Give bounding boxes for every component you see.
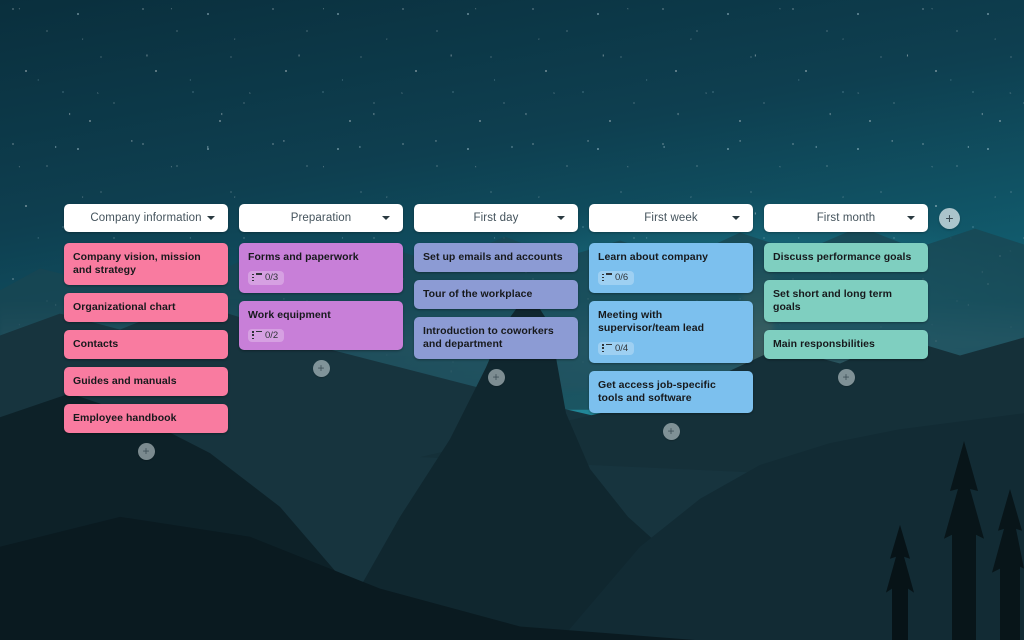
checklist-count: 0/4	[615, 342, 629, 354]
checklist-icon	[252, 273, 262, 282]
chevron-down-icon[interactable]	[732, 216, 740, 220]
card-title: Employee handbook	[73, 412, 177, 424]
card-badges: 0/4	[598, 341, 744, 355]
card[interactable]: Learn about company 0/6	[589, 243, 753, 293]
checklist-icon	[602, 343, 612, 353]
card[interactable]: Company vision, mission and strategy	[64, 243, 228, 285]
checklist-badge: 0/3	[248, 271, 285, 285]
checklist-badge: 0/4	[598, 341, 635, 355]
list-header-first-week[interactable]: First week	[589, 204, 753, 232]
card[interactable]: Introduction to coworkers and department	[414, 317, 578, 359]
chevron-down-icon[interactable]	[557, 216, 565, 220]
card-title: Learn about company	[598, 251, 709, 263]
kanban-board: Company information Company vision, miss…	[0, 0, 1024, 460]
card[interactable]: Guides and manuals	[64, 367, 228, 396]
card-list: Learn about company 0/6 Meeting with sup…	[589, 243, 753, 421]
add-list-button[interactable]: +	[939, 208, 960, 229]
card[interactable]: Meeting with supervisor/team lead 0/4	[589, 300, 753, 363]
card[interactable]: Tour of the workplace	[414, 280, 578, 309]
checklist-icon	[252, 330, 262, 340]
card-title: Forms and paperwork	[248, 251, 359, 263]
list-title: Company information	[90, 212, 202, 224]
list-header-first-month[interactable]: First month	[764, 204, 928, 232]
list-header-preparation[interactable]: Preparation	[239, 204, 403, 232]
card-badges: 0/2	[248, 328, 394, 342]
list-column-first-month: First month Discuss performance goals Se…	[764, 204, 928, 386]
checklist-count: 0/6	[615, 272, 629, 283]
card[interactable]: Forms and paperwork 0/3	[239, 243, 403, 293]
card[interactable]: Discuss performance goals	[764, 243, 928, 272]
card-title: Tour of the workplace	[423, 288, 533, 300]
card-title: Company vision, mission and strategy	[73, 251, 201, 276]
card-list: Company vision, mission and strategy Org…	[64, 243, 228, 441]
checklist-badge: 0/6	[598, 271, 635, 285]
card[interactable]: Set up emails and accounts	[414, 243, 578, 272]
card-title: Work equipment	[248, 308, 331, 321]
card[interactable]: Work equipment 0/2	[239, 300, 403, 350]
checklist-count: 0/2	[265, 329, 279, 341]
card-list: Discuss performance goals Set short and …	[764, 243, 928, 367]
chevron-down-icon[interactable]	[207, 216, 215, 220]
list-column-company-information: Company information Company vision, miss…	[64, 204, 228, 460]
card-badges: 0/3	[248, 271, 394, 285]
card-title: Get access job-specific tools and softwa…	[598, 379, 716, 404]
checklist-badge: 0/2	[248, 328, 285, 342]
list-column-preparation: Preparation Forms and paperwork 0/3 Work…	[239, 204, 403, 377]
card[interactable]: Main responsbilities	[764, 330, 928, 359]
add-card-button[interactable]: +	[837, 369, 855, 386]
card-title: Set short and long term goals	[773, 288, 892, 313]
chevron-down-icon[interactable]	[907, 216, 915, 220]
card[interactable]: Organizational chart	[64, 293, 228, 322]
card-title: Guides and manuals	[73, 375, 177, 387]
card-title: Contacts	[73, 338, 119, 350]
list-title: First week	[644, 212, 698, 224]
chevron-down-icon[interactable]	[382, 216, 390, 220]
card-list: Forms and paperwork 0/3 Work equipment 0…	[239, 243, 403, 358]
card[interactable]: Set short and long term goals	[764, 280, 928, 322]
card-badges: 0/6	[598, 271, 744, 285]
card-title: Introduction to coworkers and department	[423, 325, 554, 350]
add-card-button[interactable]: +	[662, 423, 680, 440]
add-card-button[interactable]: +	[312, 360, 330, 377]
list-column-first-week: First week Learn about company 0/6 Meeti…	[589, 204, 753, 440]
add-card-button[interactable]: +	[487, 369, 505, 386]
list-header-company-information[interactable]: Company information	[64, 204, 228, 232]
add-card-button[interactable]: +	[137, 443, 155, 460]
checklist-count: 0/3	[265, 272, 279, 283]
list-title: First month	[816, 212, 876, 224]
list-title: First day	[473, 212, 519, 224]
card-title: Main responsbilities	[773, 338, 875, 350]
card[interactable]: Employee handbook	[64, 404, 228, 433]
list-column-first-day: First day Set up emails and accounts Tou…	[414, 204, 578, 386]
card-title: Discuss performance goals	[773, 251, 912, 263]
list-title: Preparation	[290, 212, 352, 224]
card-title: Set up emails and accounts	[423, 251, 563, 263]
card-list: Set up emails and accounts Tour of the w…	[414, 243, 578, 367]
card[interactable]: Get access job-specific tools and softwa…	[589, 371, 753, 413]
card-title: Organizational chart	[73, 301, 176, 313]
list-header-first-day[interactable]: First day	[414, 204, 578, 232]
card[interactable]: Contacts	[64, 330, 228, 359]
card-title: Meeting with supervisor/team lead	[598, 308, 705, 334]
checklist-icon	[602, 273, 612, 282]
